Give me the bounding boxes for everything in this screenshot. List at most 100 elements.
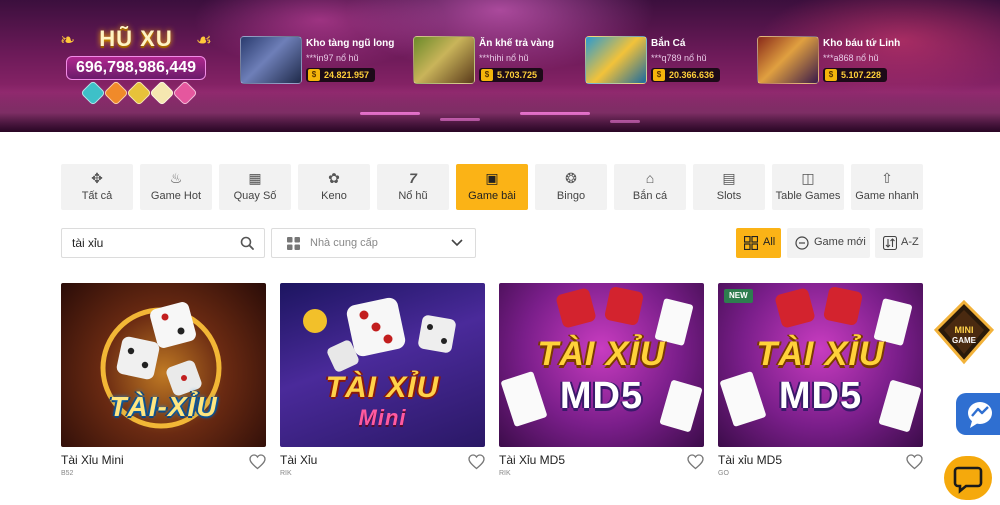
chevron-down-icon [451, 239, 463, 247]
sort-all-button[interactable]: All [736, 228, 781, 258]
winner-user: ***a868 nổ hũ [823, 53, 879, 63]
tab-label: Table Games [775, 190, 841, 202]
sort-new-games-button[interactable]: Game mới [787, 228, 870, 258]
winner-game-name: Bắn Cá [651, 38, 686, 49]
tab-label: Keno [321, 190, 347, 202]
favorite-heart-icon[interactable] [687, 454, 704, 470]
gem-icon [103, 80, 129, 106]
star-gem-icon [149, 80, 175, 106]
cards-icon: ▣ [485, 170, 499, 186]
game-name: Tài Xỉu Mini [61, 453, 124, 467]
slot-seven-icon: 7 [409, 170, 417, 186]
winner-user: ***in97 nổ hũ [306, 53, 359, 63]
jackpot-amount: 696,798,986,449 [66, 56, 206, 80]
gem-icon [172, 80, 198, 106]
jackpot-banner: ❧ ☙ HŨ XU 696,798,986,449 Kho tàng ngũ l… [0, 0, 1000, 132]
game-art-title: TÀI-XỈU [109, 391, 218, 422]
game-name: Tài Xỉu [280, 453, 318, 467]
favorite-heart-icon[interactable] [906, 454, 923, 470]
game-card[interactable]: TÀI XỈU MD5 Tài Xỉu MD5 RIK [499, 283, 704, 483]
winner-game-name: Kho tàng ngũ long [306, 38, 395, 49]
svg-text:MINI: MINI [955, 325, 974, 335]
game-thumbnail [240, 36, 302, 84]
keno-icon: ✿ [328, 170, 340, 186]
game-name: Tài Xỉu MD5 [499, 453, 566, 467]
live-chat-button[interactable] [944, 456, 992, 500]
tab-label: Game Hot [150, 190, 202, 202]
sort-all-label: All [763, 236, 776, 248]
messenger-button[interactable] [956, 393, 1000, 435]
winner-prize: $5.107.228 [823, 68, 888, 82]
tab-game-nhanh[interactable]: ⇧ Game nhanh [851, 164, 923, 210]
grid-view-icon [744, 236, 758, 250]
favorite-heart-icon[interactable] [249, 454, 266, 470]
chat-icon [953, 466, 983, 494]
game-thumbnail[interactable]: TÀI XỈU MD5 [499, 283, 704, 447]
game-card[interactable]: NEW TÀI XỈU MD5 Tài xỉu MD5 GO [718, 283, 923, 483]
search-icon[interactable] [240, 236, 254, 250]
game-thumbnail[interactable]: NEW TÀI XỈU MD5 [718, 283, 923, 447]
tab-keno[interactable]: ✿ Keno [298, 164, 370, 210]
tab-bingo[interactable]: ❂ Bingo [535, 164, 607, 210]
tab-label: Game bài [468, 190, 516, 202]
game-art-title: TÀI XỈU [756, 335, 885, 373]
game-card[interactable]: TÀI-XỈU Tài Xỉu Mini B52 [61, 283, 266, 483]
game-thumbnail [413, 36, 475, 84]
game-thumbnail[interactable]: TÀI-XỈU [61, 283, 266, 447]
winner-user: ***q789 nổ hũ [651, 53, 707, 63]
sort-az-icon [883, 236, 897, 250]
jackpot-title: HŨ XU [99, 26, 173, 51]
fish-icon: ⌂ [645, 170, 655, 186]
tab-slots[interactable]: ▤ Slots [693, 164, 765, 210]
winner-prize: $24.821.957 [306, 68, 376, 82]
jackpot-panel[interactable]: ❧ ☙ HŨ XU 696,798,986,449 [60, 18, 212, 108]
coin-icon: $ [825, 69, 837, 81]
gem-icon [126, 80, 152, 106]
coin-icon: $ [653, 69, 665, 81]
search-box [61, 228, 265, 258]
tab-label: Game nhanh [855, 190, 919, 202]
game-card[interactable]: TÀI XỈU Mini Tài Xỉu RIK [280, 283, 485, 483]
tab-table-games[interactable]: ◫ Table Games [772, 164, 844, 210]
jackpot-winner-item[interactable]: Kho báu tứ Linh ***a868 nổ hũ $5.107.228 [757, 36, 927, 86]
jackpot-winner-item[interactable]: Kho tàng ngũ long ***in97 nổ hũ $24.821.… [240, 36, 400, 86]
sort-az-label: A-Z [901, 236, 919, 248]
game-provider: GO [718, 470, 729, 477]
tab-ban-ca[interactable]: ⌂ Bắn cá [614, 164, 686, 210]
new-badge: NEW [724, 289, 753, 303]
provider-select[interactable]: Nhà cung cấp [271, 228, 476, 258]
gem-row [80, 80, 198, 106]
rocket-icon: ⇧ [881, 170, 893, 186]
tab-quay-so[interactable]: ▦ Quay Số [219, 164, 291, 210]
tab-game-hot[interactable]: ♨ Game Hot [140, 164, 212, 210]
tab-no-hu[interactable]: 7 Nổ hũ [377, 164, 449, 210]
category-tabs: ✥ Tất cả ♨ Game Hot ▦ Quay Số ✿ Keno 7 N… [61, 164, 923, 210]
tab-label: Bắn cá [632, 190, 668, 202]
tab-label: Tất cả [81, 190, 113, 202]
new-games-icon [795, 236, 809, 250]
game-name: Tài xỉu MD5 [718, 453, 783, 467]
game-provider: RIK [280, 470, 292, 477]
game-art-subtitle: MD5 [778, 375, 863, 417]
bingo-icon: ❂ [565, 170, 577, 186]
coin-icon: $ [481, 69, 493, 81]
game-thumbnail [585, 36, 647, 84]
tab-game-bai[interactable]: ▣ Game bài [456, 164, 528, 210]
svg-text:GAME: GAME [952, 336, 977, 345]
game-provider: RIK [499, 470, 511, 477]
search-input[interactable] [62, 229, 232, 257]
provider-placeholder: Nhà cung cấp [310, 237, 378, 249]
sort-az-button[interactable]: A-Z [875, 228, 923, 258]
tab-label: Slots [716, 190, 742, 202]
mini-game-button[interactable]: MINI GAME [932, 300, 996, 368]
winner-game-name: Ăn khế trả vàng [479, 38, 555, 49]
tab-label: Bingo [556, 190, 586, 202]
favorite-heart-icon[interactable] [468, 454, 485, 470]
game-thumbnail[interactable]: TÀI XỈU Mini [280, 283, 485, 447]
game-provider: B52 [61, 470, 74, 477]
coin-icon: $ [308, 69, 320, 81]
jackpot-winner-item[interactable]: Ăn khế trả vàng ***hihi nổ hũ $5.703.725 [413, 36, 573, 86]
table-icon: ◫ [801, 170, 815, 186]
tab-all[interactable]: ✥ Tất cả [61, 164, 133, 210]
jackpot-winner-item[interactable]: Bắn Cá ***q789 nổ hũ $20.366.636 [585, 36, 745, 86]
